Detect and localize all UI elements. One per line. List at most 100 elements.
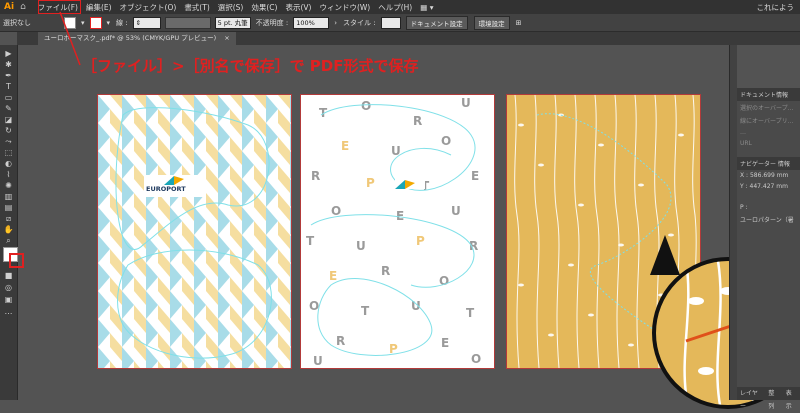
pen-tool-icon[interactable]: ✒ — [3, 71, 14, 80]
panel-dock-strip[interactable] — [729, 45, 737, 400]
document-setup-button[interactable]: ドキュメント設定 — [405, 15, 468, 30]
svg-text:T: T — [466, 306, 475, 320]
svg-text:O: O — [309, 299, 319, 313]
menu-help[interactable]: ヘルプ(H) — [378, 2, 412, 13]
menu-effect[interactable]: 効果(C) — [251, 2, 277, 13]
svg-text:R: R — [336, 334, 345, 348]
document-info-header[interactable]: ドキュメント情報 — [737, 88, 800, 101]
symbol-sprayer-icon[interactable]: ✺ — [3, 181, 14, 190]
width-tool-icon[interactable]: ⤳ — [3, 137, 14, 146]
y-label: Y : — [740, 183, 748, 190]
logo-text: EUROPORT — [146, 185, 186, 193]
preferences-button[interactable]: 環境設定 — [473, 15, 510, 30]
svg-text:P: P — [366, 176, 375, 190]
x-label: X : — [740, 172, 749, 179]
svg-text:E: E — [471, 169, 479, 183]
letter-pattern: T ORU E UO R P TE OEU TUPR E RO OTUT RP E UO — [306, 96, 481, 368]
svg-text:O: O — [441, 134, 451, 148]
svg-text:T: T — [306, 234, 315, 248]
logo-mark-icon — [395, 180, 415, 189]
p-label: P : — [740, 204, 748, 211]
arrange-icon[interactable]: ⊞ — [516, 19, 522, 27]
home-icon[interactable]: ⌂ — [20, 2, 26, 12]
svg-text:E: E — [396, 209, 404, 223]
chevron-down-icon[interactable]: ▾ — [107, 19, 111, 27]
svg-text:O: O — [361, 99, 371, 113]
svg-text:E: E — [329, 269, 337, 283]
type-tool-icon[interactable]: T — [3, 82, 14, 91]
svg-text:E: E — [441, 336, 449, 350]
style-label: スタイル : — [343, 18, 376, 27]
opacity-label: 不透明度 : — [255, 18, 289, 27]
panel-row: … — [740, 129, 746, 136]
slice-tool-icon[interactable]: ⧄ — [3, 214, 14, 223]
chevron-right-icon[interactable]: › — [334, 19, 337, 27]
y-value: 447.427 mm — [749, 183, 788, 190]
workspace-icon[interactable]: ▦ ▾ — [420, 3, 433, 12]
tools-panel: ▶ ✱ ✒ T ▭ ✎ ◪ ↻ ⤳ ⬚ ◐ ⌇ ✺ ▥ ▤ ⧄ ✋ ⌕ ■ ◎ … — [0, 45, 24, 400]
screen-mode-icon[interactable]: ▣ — [3, 295, 14, 304]
svg-text:O: O — [471, 352, 481, 366]
artboard-1[interactable]: EUROPORT — [97, 94, 292, 369]
magic-wand-icon[interactable]: ✱ — [3, 60, 14, 69]
properties-panel: ドキュメント情報 選択のオーバープ… 線にオーバープリ… … URL ナビゲータ… — [737, 88, 800, 410]
panel-row: 線にオーバープリ… — [740, 118, 794, 125]
svg-text:P: P — [416, 234, 425, 248]
eraser-tool-icon[interactable]: ◪ — [3, 115, 14, 124]
svg-text:R: R — [311, 169, 320, 183]
logo-mark-small — [395, 175, 425, 189]
brush-tool-icon[interactable]: ✎ — [3, 104, 14, 113]
drawing-mode-icon[interactable]: ◎ — [3, 283, 14, 292]
document-tab-bar: ユーロボーマスク_.pdf* @ 53% (CMYK/GPU プレビュー) × — [17, 32, 800, 45]
artboard-2[interactable]: TORU EUO RPTE OEU TUPR ERO OTUT RPE UO — [300, 94, 495, 369]
navigator-info-header[interactable]: ナビゲーター 情報 — [737, 157, 800, 170]
panel-bottom-tabs: レイヤー 整列 表示 — [737, 387, 800, 410]
menu-window[interactable]: ウィンドウ(W) — [319, 2, 370, 13]
svg-text:U: U — [356, 239, 366, 253]
variable-width-profile[interactable] — [164, 16, 211, 29]
pattern-name: ユーロパターン（暑 — [740, 217, 794, 224]
svg-text:E: E — [341, 139, 349, 153]
menu-object[interactable]: オブジェクト(O) — [120, 2, 177, 13]
graphic-style-swatch[interactable] — [380, 16, 401, 29]
rectangle-tool-icon[interactable]: ▭ — [3, 93, 14, 102]
hand-tool-icon[interactable]: ✋ — [3, 225, 14, 234]
svg-text:U: U — [461, 96, 471, 110]
brush-definition-select[interactable]: 5 pt. 丸筆 — [214, 16, 251, 29]
zoom-tool-icon[interactable]: ⌕ — [3, 236, 14, 245]
menu-type[interactable]: 書式(T) — [184, 2, 209, 13]
menu-bar: Ai ⌂ ファイル(F) 編集(E) オブジェクト(O) 書式(T) 選択(S)… — [0, 0, 800, 14]
tab-appearance[interactable]: 表示 — [783, 387, 800, 410]
search-hint[interactable]: これによう — [757, 2, 795, 13]
rotate-tool-icon[interactable]: ↻ — [3, 126, 14, 135]
tab-align[interactable]: 整列 — [765, 387, 782, 410]
menu-view[interactable]: 表示(V) — [285, 2, 311, 13]
selection-tool-icon[interactable]: ▶ — [3, 49, 14, 58]
free-transform-icon[interactable]: ⬚ — [3, 148, 14, 157]
svg-text:R: R — [381, 264, 390, 278]
control-bar: 選択なし ▾ ▾ 線 : ⇕ 5 pt. 丸筆 不透明度 : 100% › スタ… — [0, 14, 800, 32]
menu-select[interactable]: 選択(S) — [218, 2, 244, 13]
selection-status: 選択なし — [3, 18, 31, 27]
color-mode-icon[interactable]: ■ — [3, 271, 14, 280]
stroke-color-box[interactable] — [9, 253, 24, 268]
stroke-weight-field[interactable]: ⇕ — [132, 16, 161, 29]
close-icon[interactable]: × — [224, 34, 229, 42]
instruction-annotation: ［ファイル］>［別名で保存］で PDF形式で保存 — [82, 57, 419, 75]
opacity-field[interactable]: 100% — [293, 16, 330, 29]
panel-row: URL — [740, 140, 752, 147]
more-tools-icon[interactable]: … — [3, 307, 14, 316]
panel-row: 選択のオーバープ… — [740, 105, 794, 112]
europort-logo: EUROPORT — [144, 175, 206, 197]
app-logo: Ai — [4, 2, 15, 12]
triangle-pattern — [98, 95, 291, 368]
artboard-tool-icon[interactable]: ▤ — [3, 203, 14, 212]
stroke-label: 線 : — [116, 18, 128, 27]
x-value: 586.699 mm — [749, 172, 789, 179]
graph-tool-icon[interactable]: ▥ — [3, 192, 14, 201]
tab-layers[interactable]: レイヤー — [737, 387, 765, 410]
svg-text:U: U — [451, 204, 461, 218]
svg-text:R: R — [413, 114, 422, 128]
shape-builder-icon[interactable]: ◐ — [3, 159, 14, 168]
eyedropper-icon[interactable]: ⌇ — [3, 170, 14, 179]
